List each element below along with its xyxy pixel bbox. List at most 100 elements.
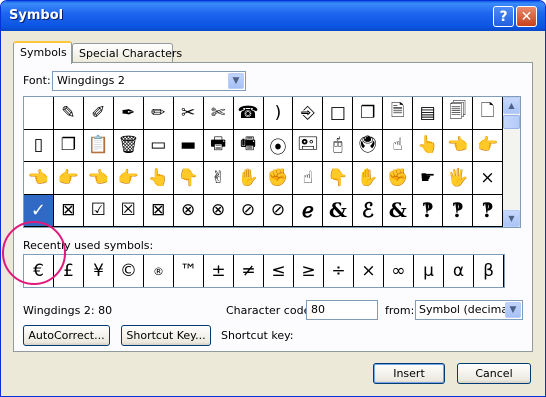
symbol-cell[interactable]: ✌ <box>203 162 234 195</box>
symbol-cell[interactable]: ▯ <box>24 129 54 162</box>
recent-symbol-cell[interactable]: ≥ <box>294 255 324 287</box>
recent-symbol-cell[interactable]: ¥ <box>84 255 114 287</box>
symbol-cell[interactable]: ☝ <box>383 129 414 162</box>
symbol-cell-selected[interactable]: ✓ <box>24 194 54 227</box>
symbol-cell[interactable]: ✋ <box>233 162 264 195</box>
recent-symbol-cell[interactable]: ÷ <box>324 255 354 287</box>
symbol-cell[interactable]: 🗋 <box>473 97 503 130</box>
chevron-down-icon[interactable]: ▼ <box>505 302 521 318</box>
symbol-cell[interactable]: □ <box>323 97 354 130</box>
symbol-cell[interactable]: 🖶 <box>203 129 234 162</box>
recent-symbol-cell[interactable]: µ <box>414 255 444 287</box>
close-button[interactable]: ✕ <box>516 6 537 27</box>
symbol-cell[interactable]: ‽ <box>473 194 503 227</box>
symbol-cell[interactable]: × <box>473 162 503 195</box>
symbol-cell[interactable]: 👈 <box>24 162 54 195</box>
symbol-cell[interactable]: ‽ <box>413 194 444 227</box>
symbol-cell[interactable]: 🖲 <box>353 129 384 162</box>
insert-button[interactable]: Insert <box>373 363 445 384</box>
title-bar[interactable]: Symbol ? ✕ <box>1 1 545 31</box>
scroll-thumb[interactable] <box>503 115 520 129</box>
symbol-cell[interactable]: 👆 <box>143 162 174 195</box>
symbol-cell[interactable]: ℰ <box>353 194 384 227</box>
symbol-cell[interactable]: ⊗ <box>203 194 234 227</box>
symbol-cell[interactable]: 🖷 <box>233 129 264 162</box>
recent-symbol-cell[interactable]: ∞ <box>384 255 414 287</box>
symbol-cell[interactable]: 👉 <box>113 162 144 195</box>
symbol-cell[interactable]: ❐ <box>353 97 384 130</box>
symbol-cell[interactable]: & <box>383 194 414 227</box>
tab-symbols[interactable]: Symbols <box>13 41 72 64</box>
recent-symbol-cell[interactable]: × <box>354 255 384 287</box>
tab-special-characters[interactable]: Special Characters <box>72 43 182 63</box>
scroll-down-icon[interactable]: ▼ <box>503 210 520 227</box>
symbol-cell[interactable]: 🗎 <box>383 97 414 130</box>
recent-symbol-cell[interactable]: © <box>114 255 144 287</box>
symbol-cell[interactable]: ✂ <box>173 97 204 130</box>
recent-symbol-cell[interactable]: ™ <box>174 255 204 287</box>
symbol-cell[interactable]: ☑ <box>83 194 114 227</box>
symbol-cell[interactable]: ℯ <box>293 194 324 227</box>
symbol-cell[interactable]: 👈 <box>443 129 474 162</box>
symbol-cell[interactable]: 👉 <box>473 129 503 162</box>
symbol-cell[interactable]: ⦿ <box>263 129 294 162</box>
symbol-cell[interactable]: ☛ <box>413 162 444 195</box>
symbol-cell[interactable]: 🗐 <box>443 97 474 130</box>
autocorrect-button[interactable]: AutoCorrect... <box>23 325 110 346</box>
symbol-cell[interactable]: ❐ <box>53 129 84 162</box>
character-code-input[interactable]: 80 <box>306 300 378 320</box>
symbol-cell[interactable]: 🖰 <box>323 129 354 162</box>
recently-used-symbols[interactable]: € £ ¥ © ® ™ ± ≠ ≤ ≥ ÷ × ∞ µ α β <box>23 254 505 288</box>
font-dropdown[interactable]: Wingdings 2 ▼ <box>52 71 246 91</box>
cancel-button[interactable]: Cancel <box>457 363 531 384</box>
symbol-cell[interactable]: ▤ <box>413 97 444 130</box>
symbol-grid-scrollbar[interactable]: ▲ ▼ <box>503 97 520 227</box>
symbol-cell[interactable]: 👇 <box>173 162 204 195</box>
symbol-cell[interactable]: ✊ <box>383 162 414 195</box>
symbol-cell[interactable]: 👇 <box>323 162 354 195</box>
symbol-cell[interactable]: ▭ <box>143 129 174 162</box>
chevron-down-icon[interactable]: ▼ <box>228 73 244 89</box>
recent-symbol-cell[interactable]: α <box>444 255 474 287</box>
symbol-cell[interactable]: & <box>323 194 354 227</box>
symbol-cell[interactable]: 📋 <box>83 129 114 162</box>
symbol-cell[interactable]: ☎ <box>233 97 264 130</box>
recent-symbol-cell[interactable]: ≠ <box>234 255 264 287</box>
symbol-cell[interactable]: ✊ <box>263 162 294 195</box>
symbol-cell[interactable]: ☒ <box>113 194 144 227</box>
from-dropdown[interactable]: Symbol (decimal) ▼ <box>415 300 523 320</box>
symbol-cell[interactable]: ✒ <box>113 97 144 130</box>
symbol-cell[interactable]: ⊗ <box>173 194 204 227</box>
symbol-cell[interactable]: 🖭 <box>293 129 324 162</box>
recent-symbol-cell[interactable]: £ <box>54 255 84 287</box>
symbol-cell[interactable]: ✋ <box>353 162 384 195</box>
symbol-grid[interactable]: ✎ ✐ ✒ ✏ ✂ ✄ ☎) ⎆ □ ❐ 🗎 ▤ 🗐 🗋 ▯ ❐ 📋 🗑 ▭ ▬ 🖶 🖷 ⦿ 🖭 🖰 🖲 ☝ 👆 👈 👉 👈 👉 👈 👉 👆 👇 ✌ ✋ ✊… <box>24 97 503 227</box>
symbol-cell[interactable]: 🗑 <box>113 129 144 162</box>
symbol-cell[interactable]: 👉 <box>53 162 84 195</box>
symbol-cell[interactable]: ⊘ <box>263 194 294 227</box>
recent-symbol-cell[interactable]: β <box>474 255 504 287</box>
recent-symbol-cell[interactable]: ≤ <box>264 255 294 287</box>
symbol-cell[interactable]: 👆 <box>413 129 444 162</box>
symbol-cell[interactable]: ⎆ <box>293 97 324 130</box>
symbol-cell[interactable] <box>24 97 54 130</box>
shortcut-key-button[interactable]: Shortcut Key... <box>121 325 211 346</box>
symbol-cell[interactable]: ✏ <box>143 97 174 130</box>
help-button[interactable]: ? <box>493 6 514 27</box>
recent-symbol-cell[interactable]: ® <box>144 255 174 287</box>
symbol-cell[interactable]: ▬ <box>173 129 204 162</box>
symbol-cell[interactable]: ) <box>263 97 294 130</box>
scroll-up-icon[interactable]: ▲ <box>503 97 520 114</box>
recent-symbol-cell[interactable]: € <box>24 255 54 287</box>
symbol-cell[interactable]: ✄ <box>203 97 234 130</box>
symbol-cell[interactable]: ☝ <box>293 162 324 195</box>
symbol-cell[interactable]: ⊠ <box>143 194 174 227</box>
symbol-cell[interactable]: ✎ <box>53 97 84 130</box>
symbol-cell[interactable]: ✐ <box>83 97 114 130</box>
recent-symbol-cell[interactable]: ± <box>204 255 234 287</box>
symbol-cell[interactable]: 🖐 <box>443 162 474 195</box>
symbol-cell[interactable]: ⊠ <box>53 194 84 227</box>
symbol-cell[interactable]: ‽ <box>443 194 474 227</box>
symbol-cell[interactable]: 👈 <box>83 162 114 195</box>
symbol-cell[interactable]: ⊘ <box>233 194 264 227</box>
